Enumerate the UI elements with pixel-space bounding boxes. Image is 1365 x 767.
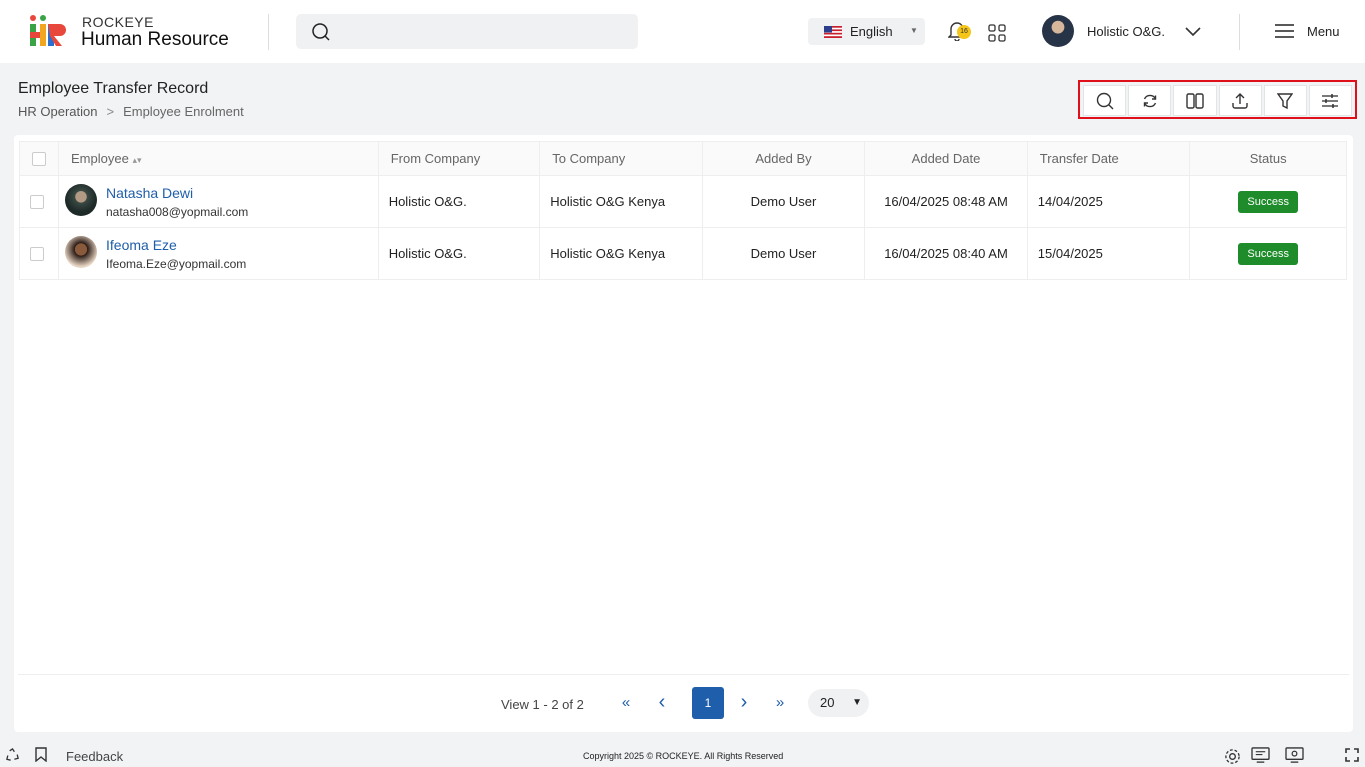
status-badge: Success xyxy=(1238,242,1298,265)
select-all-checkbox[interactable] xyxy=(32,151,46,166)
pager-divider xyxy=(18,674,1349,675)
status-badge: Success xyxy=(1238,190,1298,213)
row-select-cell xyxy=(19,175,59,228)
row-checkbox[interactable] xyxy=(30,246,44,261)
search-button[interactable] xyxy=(1083,85,1127,116)
caret-down-icon: ▼ xyxy=(910,26,918,35)
page-title: Employee Transfer Record xyxy=(18,80,209,97)
breadcrumb-current: Employee Enrolment xyxy=(123,104,244,119)
table-card: Employee ▴▾ From Company To Company Adde… xyxy=(14,135,1353,732)
header-from-company: From Company xyxy=(377,141,541,176)
employee-cell: Natasha Dewi natasha008@yopmail.com xyxy=(58,175,379,228)
global-search-input[interactable] xyxy=(296,14,638,49)
sort-icon[interactable]: ▴▾ xyxy=(132,155,141,165)
export-button[interactable] xyxy=(1218,85,1262,116)
hamburger-icon xyxy=(1275,24,1294,38)
breadcrumb-item[interactable]: HR Operation xyxy=(18,104,97,119)
filter-button[interactable] xyxy=(1263,85,1307,116)
header-to-company: To Company xyxy=(539,141,703,176)
filter-icon xyxy=(1277,92,1294,109)
notification-badge: 16 xyxy=(957,25,971,39)
refresh-button[interactable] xyxy=(1128,85,1172,116)
search-icon xyxy=(312,23,330,41)
recycle-icon[interactable] xyxy=(5,748,20,763)
pagination-info: View 1 - 2 of 2 xyxy=(501,697,584,712)
search-icon xyxy=(1096,92,1114,109)
footer: Feedback Copyright 2025 © ROCKEYE. All R… xyxy=(0,745,1365,767)
select-all-cell xyxy=(19,141,59,176)
page-size-select[interactable]: 20 ▼ xyxy=(808,689,869,717)
table-toolbar xyxy=(1078,80,1357,119)
header-added-date: Added Date xyxy=(864,141,1028,176)
bookmark-icon[interactable] xyxy=(35,747,47,762)
language-selector[interactable]: English ▼ xyxy=(808,18,925,45)
user-avatar[interactable] xyxy=(1042,15,1074,47)
gear-icon[interactable] xyxy=(1224,748,1241,765)
page-size-value: 20 xyxy=(820,695,835,710)
header-label: Employee xyxy=(71,151,129,166)
last-page-button[interactable]: » xyxy=(764,687,796,719)
apps-grid-icon[interactable] xyxy=(988,24,1006,42)
settings-sliders-icon xyxy=(1322,93,1339,108)
prev-page-button[interactable]: ‹ xyxy=(646,687,678,719)
status-cell: Success xyxy=(1189,227,1347,280)
employee-cell: Ifeoma Eze Ifeoma.Eze@yopmail.com xyxy=(58,227,379,280)
row-checkbox[interactable] xyxy=(30,194,44,209)
employee-name-link[interactable]: Ifeoma Eze xyxy=(106,237,177,253)
header-employee[interactable]: Employee ▴▾ xyxy=(58,141,379,176)
transfer-date-cell: 15/04/2025 xyxy=(1026,227,1191,280)
table-row[interactable]: Ifeoma Eze Ifeoma.Eze@yopmail.com Holist… xyxy=(19,227,1347,280)
header-added-by: Added By xyxy=(701,141,866,176)
employee-avatar xyxy=(65,236,97,268)
breadcrumb: HR Operation > Employee Enrolment xyxy=(18,104,244,119)
brand-name: Human Resource xyxy=(81,29,229,50)
fullscreen-icon[interactable] xyxy=(1345,748,1359,762)
table-header-row: Employee ▴▾ From Company To Company Adde… xyxy=(19,141,1347,176)
screen-settings-icon[interactable] xyxy=(1285,747,1304,764)
top-bar: ROCKEYE Human Resource English ▼ 16 Holi… xyxy=(0,0,1365,63)
transfer-date-cell: 14/04/2025 xyxy=(1026,175,1191,228)
transfer-table: Employee ▴▾ From Company To Company Adde… xyxy=(19,141,1347,280)
added-date-cell: 16/04/2025 08:40 AM xyxy=(864,227,1028,280)
table-row[interactable]: Natasha Dewi natasha008@yopmail.com Holi… xyxy=(19,175,1347,228)
us-flag-icon xyxy=(824,26,842,38)
to-company-cell: Holistic O&G Kenya xyxy=(539,175,703,228)
menu-label: Menu xyxy=(1307,24,1340,39)
added-by-cell: Demo User xyxy=(701,175,866,228)
caret-down-icon: ▼ xyxy=(852,697,862,708)
added-date-cell: 16/04/2025 08:48 AM xyxy=(864,175,1028,228)
employee-email: Ifeoma.Eze@yopmail.com xyxy=(106,257,247,271)
chevron-down-icon[interactable] xyxy=(1184,26,1202,38)
divider xyxy=(1239,14,1240,50)
to-company-cell: Holistic O&G Kenya xyxy=(539,227,703,280)
hr-logo xyxy=(30,15,66,46)
language-label: English xyxy=(850,24,893,39)
chevron-right-icon: > xyxy=(106,104,115,119)
copyright: Copyright 2025 © ROCKEYE. All Rights Res… xyxy=(583,751,784,761)
divider xyxy=(268,14,269,50)
columns-icon xyxy=(1186,92,1204,109)
row-select-cell xyxy=(19,227,59,280)
header-transfer-date: Transfer Date xyxy=(1026,141,1191,176)
feedback-link[interactable]: Feedback xyxy=(66,749,123,764)
brand-top: ROCKEYE xyxy=(82,14,154,30)
header-status: Status xyxy=(1189,141,1347,176)
current-page-button[interactable]: 1 xyxy=(692,687,724,719)
settings-button[interactable] xyxy=(1308,85,1353,116)
employee-avatar xyxy=(65,184,97,216)
added-by-cell: Demo User xyxy=(701,227,866,280)
export-icon xyxy=(1232,92,1248,109)
status-cell: Success xyxy=(1189,175,1347,228)
columns-button[interactable] xyxy=(1173,85,1217,116)
employee-email: natasha008@yopmail.com xyxy=(106,205,249,219)
refresh-icon xyxy=(1143,94,1156,107)
first-page-button[interactable]: « xyxy=(610,687,642,719)
from-company-cell: Holistic O&G. xyxy=(377,175,541,228)
employee-name-link[interactable]: Natasha Dewi xyxy=(106,185,193,201)
from-company-cell: Holistic O&G. xyxy=(377,227,541,280)
next-page-button[interactable]: › xyxy=(728,687,760,719)
monitor-icon[interactable] xyxy=(1251,747,1270,764)
user-name[interactable]: Holistic O&G. xyxy=(1087,24,1165,39)
